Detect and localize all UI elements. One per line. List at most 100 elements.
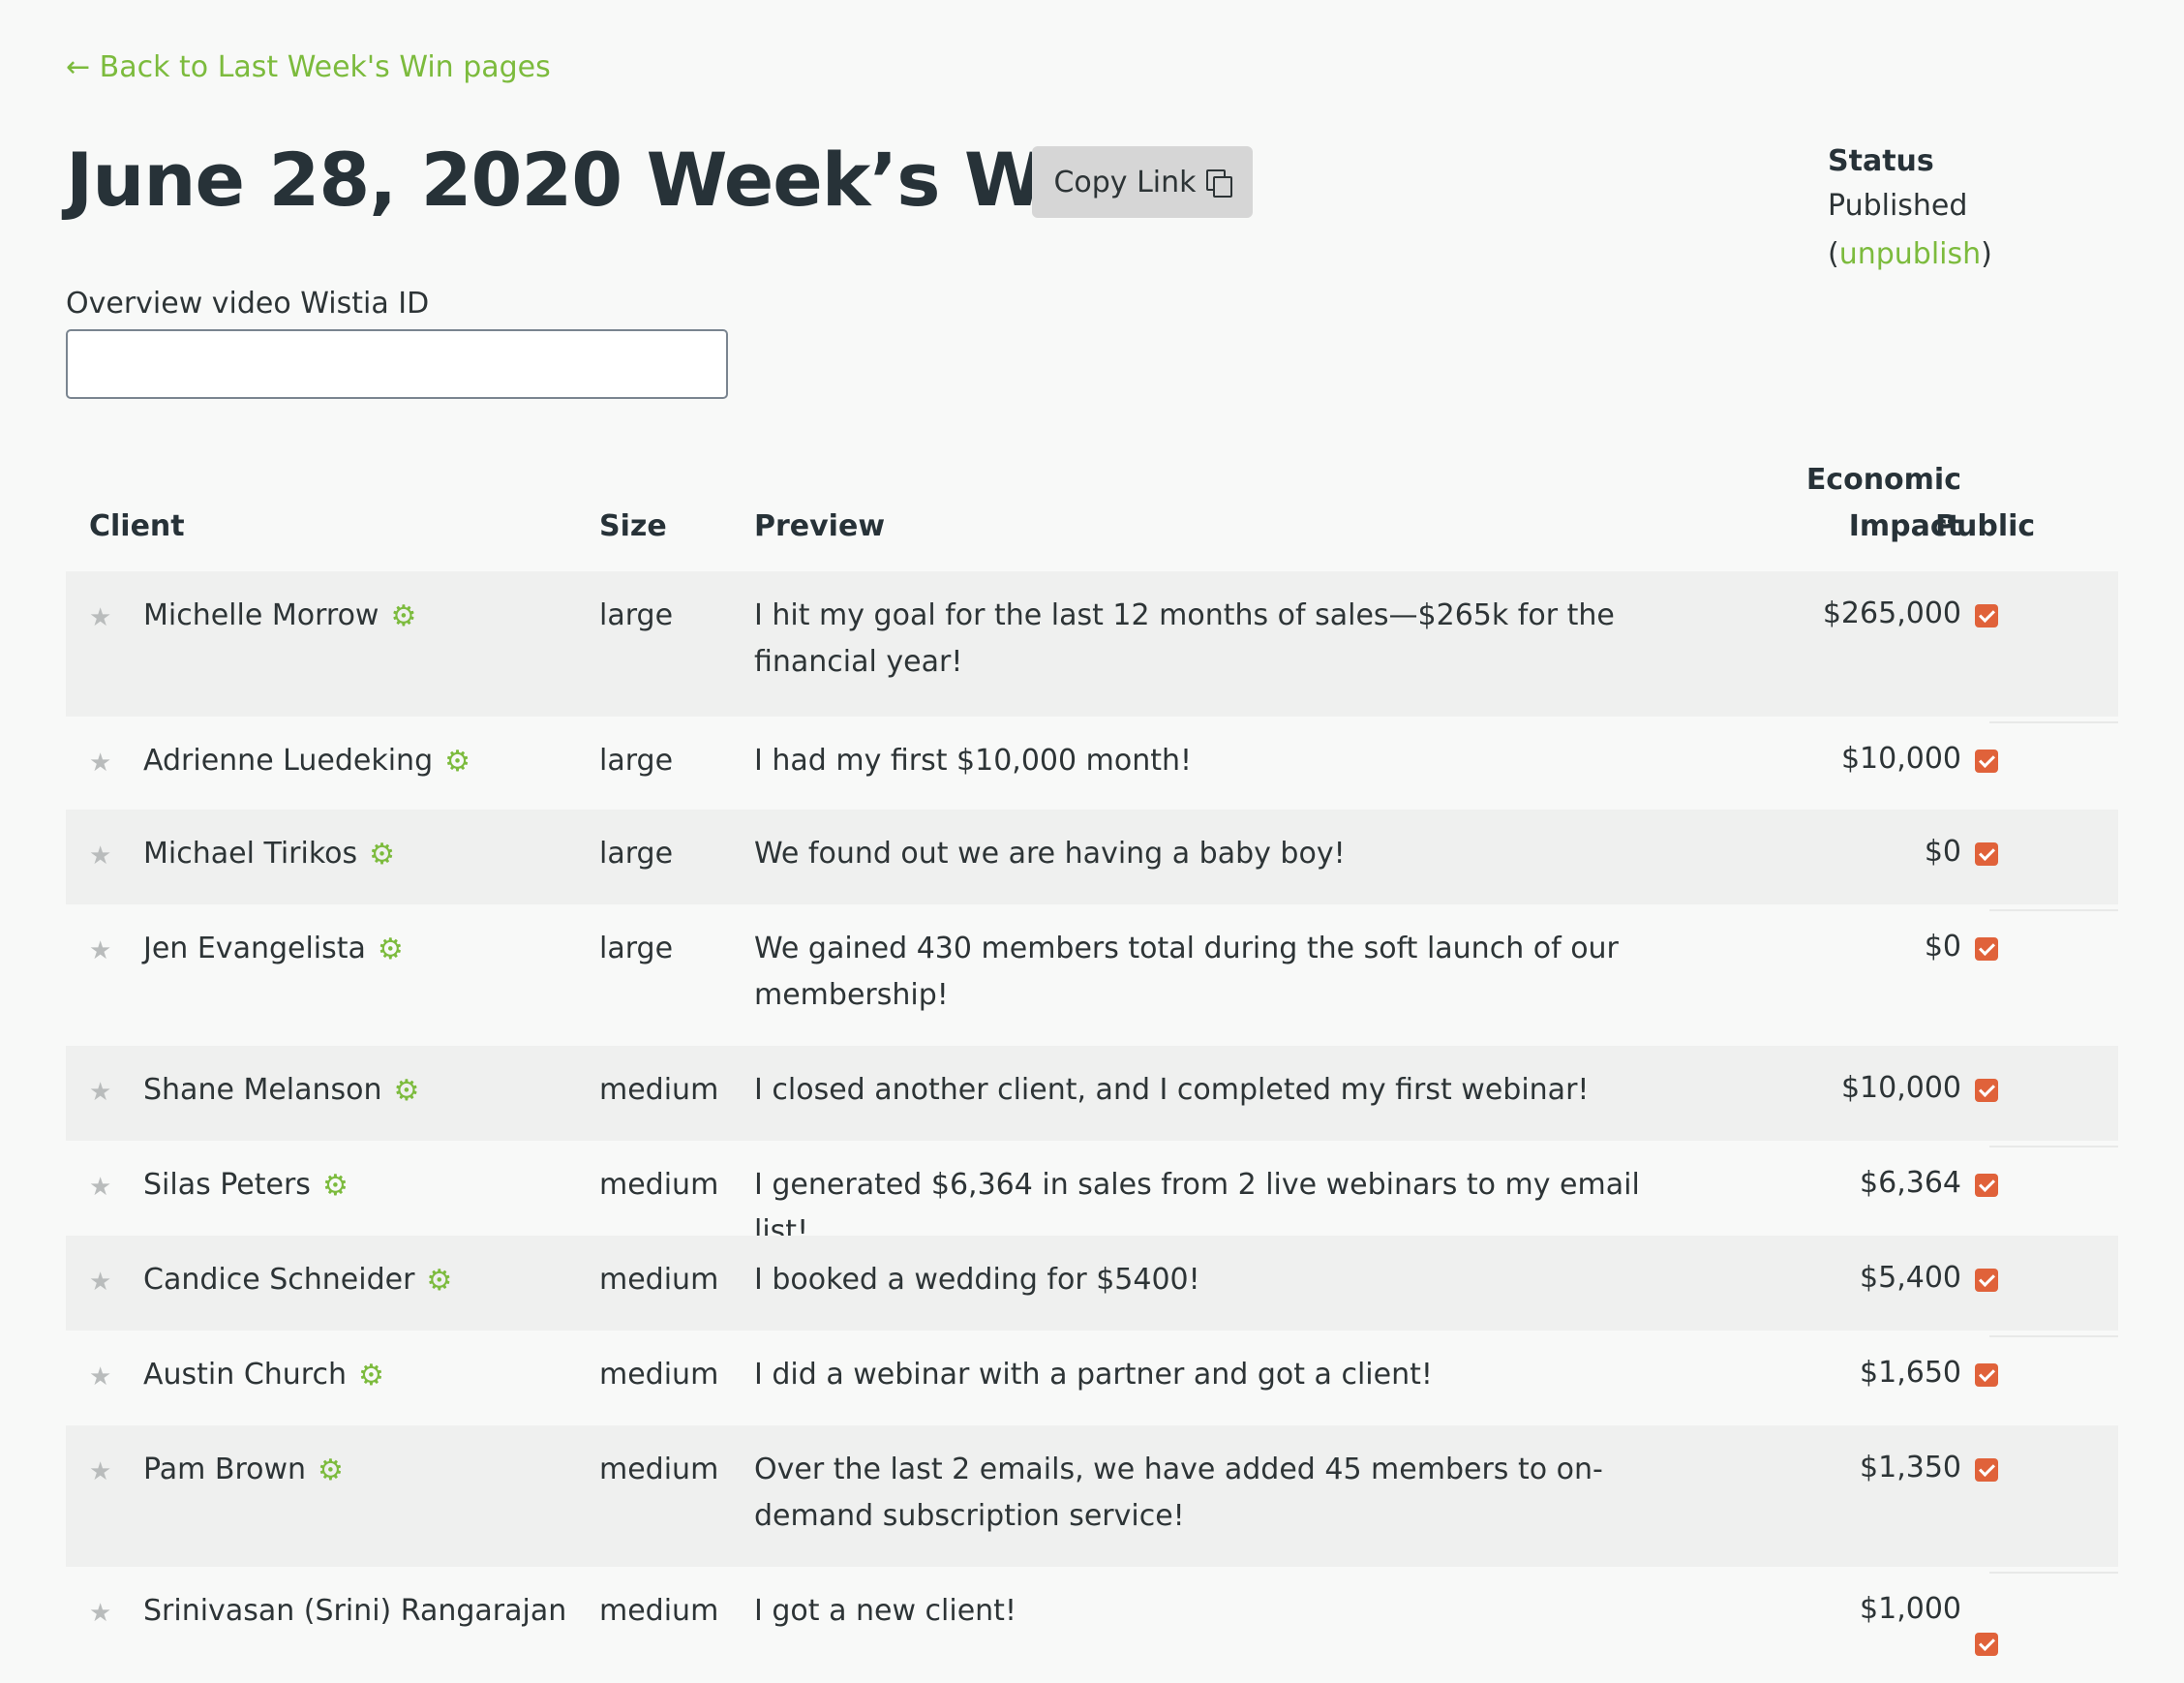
column-header-size[interactable]: Size <box>599 504 667 550</box>
table-row[interactable]: ★ Michael Tirikos ⚙ large We found out we ar… <box>66 810 2118 904</box>
row-divider <box>1989 909 2118 911</box>
unpublish-link[interactable]: unpublish <box>1839 237 1981 271</box>
client-cell[interactable]: Candice Schneider ⚙ <box>143 1257 452 1304</box>
table-row[interactable]: ★ Shane Melanson ⚙ medium I closed another c… <box>66 1046 2118 1141</box>
table-row[interactable]: ★ Pam Brown ⚙ medium Over the last 2 emails,… <box>66 1425 2118 1567</box>
size-cell: large <box>599 744 674 778</box>
preview-cell: I did a webinar with a partner and got a… <box>754 1358 1433 1392</box>
preview-cell: We gained 430 members total during the s… <box>754 932 1619 1012</box>
table-header: Client Size Preview Economic Impact Publ… <box>66 455 2118 571</box>
size-cell: large <box>599 932 674 965</box>
star-icon[interactable]: ★ <box>89 843 112 869</box>
gear-icon[interactable]: ⚙ <box>369 832 395 878</box>
table-row[interactable]: ★ Michelle Morrow ⚙ large I hit my goal for … <box>66 571 2118 717</box>
gear-icon[interactable]: ⚙ <box>444 739 470 785</box>
star-icon[interactable]: ★ <box>89 1364 112 1390</box>
client-name[interactable]: Jen Evangelista <box>143 932 366 965</box>
client-cell[interactable]: Michelle Morrow ⚙ <box>143 593 416 640</box>
client-cell[interactable]: Pam Brown ⚙ <box>143 1447 344 1494</box>
impact-cell: $10,000 <box>1840 742 1961 776</box>
row-divider <box>1989 1335 2118 1337</box>
status-block: Status Published (unpublish) <box>1828 141 2118 279</box>
gear-icon[interactable]: ⚙ <box>390 594 416 640</box>
gear-icon[interactable]: ⚙ <box>426 1258 452 1304</box>
public-checkbox[interactable] <box>1975 604 1998 627</box>
copy-link-button[interactable]: Copy Link <box>1032 146 1253 218</box>
gear-icon[interactable]: ⚙ <box>322 1163 349 1209</box>
gear-icon[interactable]: ⚙ <box>378 927 404 973</box>
column-header-client[interactable]: Client <box>89 504 185 550</box>
star-icon[interactable]: ★ <box>89 605 112 630</box>
star-icon[interactable]: ★ <box>89 1270 112 1295</box>
client-name[interactable]: Candice Schneider <box>143 1263 414 1297</box>
client-name[interactable]: Michael Tirikos <box>143 837 357 871</box>
preview-cell: I got a new client! <box>754 1594 1016 1628</box>
public-checkbox[interactable] <box>1975 1363 1998 1387</box>
column-header-impact-line1: Economic <box>1805 463 1961 497</box>
table-row[interactable]: ★ Adrienne Luedeking ⚙ large I had my first … <box>66 717 2118 810</box>
size-cell: large <box>599 598 674 632</box>
client-name[interactable]: Adrienne Luedeking <box>143 744 433 778</box>
table-row[interactable]: ★ Jen Evangelista ⚙ large We gained 430 memb… <box>66 904 2118 1046</box>
overview-video-input[interactable] <box>66 329 728 399</box>
row-divider <box>1989 1572 2118 1574</box>
public-checkbox[interactable] <box>1975 1458 1998 1482</box>
impact-cell: $1,000 <box>1860 1592 1961 1626</box>
public-checkbox[interactable] <box>1975 750 1998 773</box>
row-divider <box>1989 1146 2118 1148</box>
status-value: Published (unpublish) <box>1828 182 2118 279</box>
public-checkbox[interactable] <box>1975 1269 1998 1292</box>
client-cell[interactable]: Shane Melanson ⚙ <box>143 1067 419 1115</box>
table-row[interactable]: ★ Silas Peters ⚙ medium I generated $6,364 i… <box>66 1141 2118 1248</box>
client-name[interactable]: Silas Peters <box>143 1168 311 1202</box>
public-checkbox[interactable] <box>1975 937 1998 961</box>
client-cell[interactable]: Adrienne Luedeking ⚙ <box>143 738 470 785</box>
impact-cell: $6,364 <box>1860 1166 1961 1200</box>
client-name[interactable]: Michelle Morrow <box>143 598 379 632</box>
column-header-public[interactable]: Public <box>1935 504 2035 550</box>
star-icon[interactable]: ★ <box>89 1175 112 1200</box>
star-icon[interactable]: ★ <box>89 750 112 776</box>
copy-icon <box>1205 169 1232 198</box>
client-cell[interactable]: Austin Church ⚙ <box>143 1352 384 1399</box>
gear-icon[interactable]: ⚙ <box>358 1353 384 1399</box>
size-cell: large <box>599 837 674 871</box>
client-name[interactable]: Pam Brown <box>143 1453 306 1486</box>
public-checkbox[interactable] <box>1975 1633 1998 1656</box>
impact-cell: $0 <box>1924 930 1961 964</box>
star-icon[interactable]: ★ <box>89 938 112 964</box>
client-name[interactable]: Austin Church <box>143 1358 347 1392</box>
public-checkbox[interactable] <box>1975 842 1998 866</box>
back-link[interactable]: ← Back to Last Week's Win pages <box>66 50 551 84</box>
impact-cell: $1,350 <box>1860 1451 1961 1484</box>
client-cell[interactable]: Srinivasan (Srini) Rangarajan <box>143 1588 566 1635</box>
public-checkbox[interactable] <box>1975 1174 1998 1197</box>
impact-cell: $0 <box>1924 835 1961 869</box>
preview-cell: I booked a wedding for $5400! <box>754 1263 1200 1297</box>
table-row[interactable]: ★ Austin Church ⚙ medium I did a webinar wit… <box>66 1331 2118 1425</box>
row-divider <box>1989 721 2118 723</box>
client-name[interactable]: Shane Melanson <box>143 1073 382 1107</box>
impact-cell: $10,000 <box>1840 1071 1961 1105</box>
client-name[interactable]: Srinivasan (Srini) Rangarajan <box>143 1594 566 1628</box>
client-cell[interactable]: Michael Tirikos ⚙ <box>143 831 395 878</box>
status-label: Status <box>1828 144 1934 178</box>
size-cell: medium <box>599 1263 719 1297</box>
star-icon[interactable]: ★ <box>89 1459 112 1484</box>
preview-cell: I hit my goal for the last 12 months of … <box>754 598 1615 679</box>
size-cell: medium <box>599 1358 719 1392</box>
table-row[interactable]: ★ Srinivasan (Srini) Rangarajan medium I go… <box>66 1567 2118 1683</box>
public-checkbox[interactable] <box>1975 1079 1998 1102</box>
table-row[interactable]: ★ Candice Schneider ⚙ medium I booked a wedd… <box>66 1236 2118 1331</box>
client-cell[interactable]: Silas Peters ⚙ <box>143 1162 349 1209</box>
copy-link-label: Copy Link <box>1053 165 1197 199</box>
preview-cell: Over the last 2 emails, we have added 45… <box>754 1453 1603 1533</box>
gear-icon[interactable]: ⚙ <box>318 1448 344 1494</box>
star-icon[interactable]: ★ <box>89 1080 112 1105</box>
star-icon[interactable]: ★ <box>89 1601 112 1626</box>
column-header-preview[interactable]: Preview <box>754 504 885 550</box>
client-cell[interactable]: Jen Evangelista ⚙ <box>143 926 404 973</box>
overview-video-label: Overview video Wistia ID <box>66 287 430 321</box>
impact-cell: $1,650 <box>1860 1356 1961 1390</box>
gear-icon[interactable]: ⚙ <box>394 1068 420 1115</box>
